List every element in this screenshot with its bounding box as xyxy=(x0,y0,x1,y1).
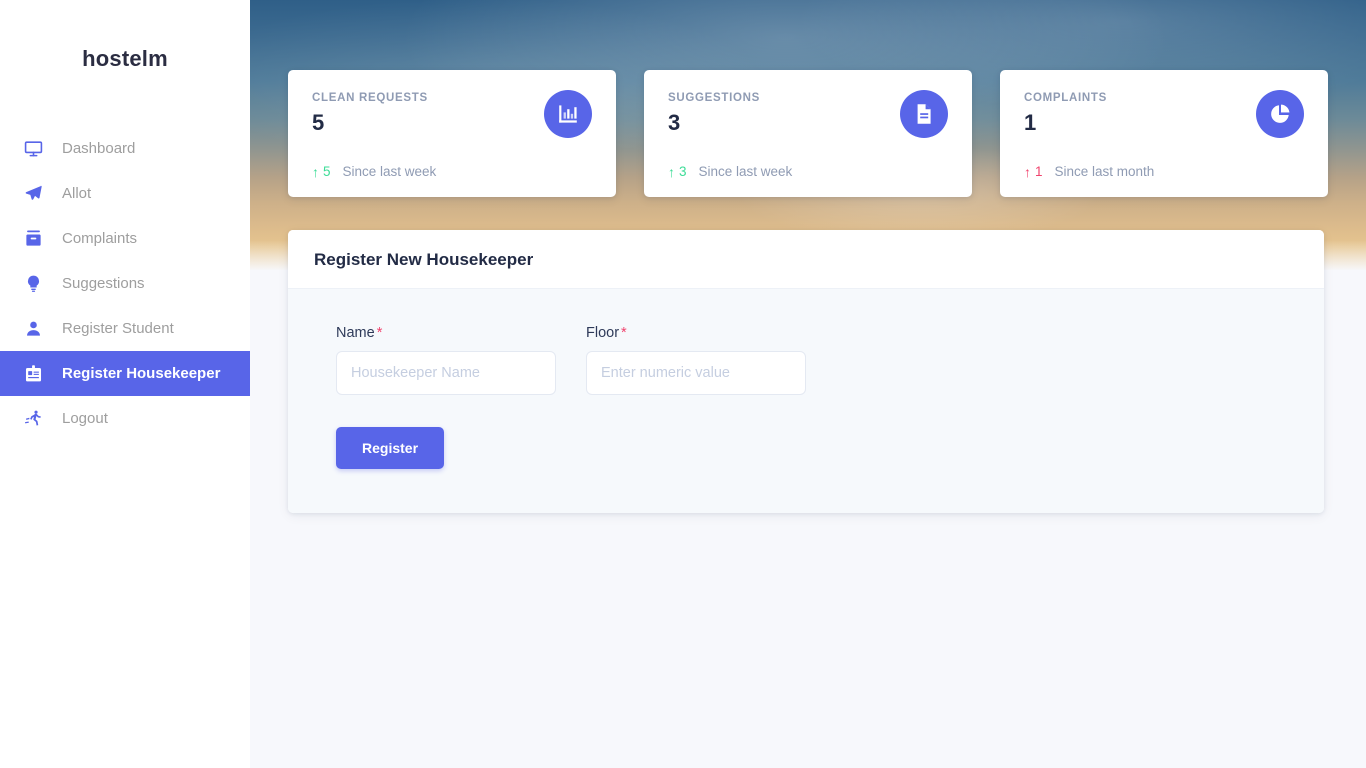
stat-card-suggestions[interactable]: SUGGESTIONS 3 ↑ 3 Since last week xyxy=(644,70,972,197)
sidebar-item-register-housekeeper[interactable]: Register Housekeeper xyxy=(0,351,250,396)
sidebar-nav: Dashboard Allot Complaints Suggestions R… xyxy=(0,126,250,441)
stat-card-value: 1 xyxy=(1024,110,1037,135)
name-field-label: Name * xyxy=(336,325,556,341)
bar-chart-icon xyxy=(544,90,592,138)
stat-card-text: CLEAN REQUESTS 5 xyxy=(312,92,428,134)
stat-card-value: 3 xyxy=(668,110,681,135)
sidebar-item-logout[interactable]: Logout xyxy=(0,396,250,441)
monitor-icon xyxy=(22,138,44,160)
sidebar-item-label: Dashboard xyxy=(62,140,136,157)
sidebar-item-label: Register Housekeeper xyxy=(62,365,221,382)
id-badge-icon xyxy=(22,363,44,385)
stat-card-title: SUGGESTIONS xyxy=(668,92,761,104)
floor-input[interactable] xyxy=(586,351,806,395)
content-wrapper: CLEAN REQUESTS 5 ↑ 5 Since last week SUG… xyxy=(250,0,1366,513)
stat-card-complaints[interactable]: COMPLAINTS 1 ↑ 1 Since last month xyxy=(1000,70,1328,197)
trend-arrow-up-icon: ↑ xyxy=(668,163,675,180)
register-housekeeper-form: Name* Floor* xyxy=(336,325,1276,395)
sidebar-item-suggestions[interactable]: Suggestions xyxy=(0,261,250,306)
stat-card-text: COMPLAINTS 1 xyxy=(1024,92,1107,134)
sidebar-item-label: Logout xyxy=(62,410,108,427)
sidebar: hostelm Dashboard Allot Complaints Sugge… xyxy=(0,0,250,768)
stat-card-title: CLEAN REQUESTS xyxy=(312,92,428,104)
trend-period-label: Since last week xyxy=(698,164,793,179)
stat-card-trend: ↑ 1 Since last month xyxy=(1024,164,1154,179)
pie-chart-icon xyxy=(1256,90,1304,138)
trend-period-label: Since last month xyxy=(1054,164,1155,179)
stat-card-top: SUGGESTIONS 3 xyxy=(668,90,948,138)
sidebar-item-complaints[interactable]: Complaints xyxy=(0,216,250,261)
sidebar-item-allot[interactable]: Allot xyxy=(0,171,250,216)
stat-card-title: COMPLAINTS xyxy=(1024,92,1108,104)
register-housekeeper-panel: Register New Housekeeper Name* Floor* xyxy=(288,230,1324,513)
stat-card-clean-requests[interactable]: CLEAN REQUESTS 5 ↑ 5 Since last week xyxy=(288,70,616,197)
floor-field-label: Floor * xyxy=(586,325,806,341)
panel-body: Name* Floor* Register xyxy=(288,289,1324,513)
form-group-floor: Floor * xyxy=(586,325,806,395)
sidebar-item-label: Suggestions xyxy=(62,275,145,292)
stat-card-top: CLEAN REQUESTS 5 xyxy=(312,90,592,138)
required-asterisk: * xyxy=(621,325,627,341)
main-content: CLEAN REQUESTS 5 ↑ 5 Since last week SUG… xyxy=(250,0,1366,768)
sidebar-item-label: Complaints xyxy=(62,230,138,247)
document-icon xyxy=(900,90,948,138)
stat-card-top: COMPLAINTS 1 xyxy=(1024,90,1304,138)
paper-plane-icon xyxy=(22,183,44,205)
app-root: hostelm Dashboard Allot Complaints Sugge… xyxy=(0,0,1366,768)
sidebar-item-label: Allot xyxy=(62,185,92,202)
sidebar-item-register-student[interactable]: Register Student xyxy=(0,306,250,351)
brand-logo[interactable]: hostelm xyxy=(0,0,250,110)
page-title: Register New Housekeeper xyxy=(314,250,534,269)
brand-text: hostelm xyxy=(82,46,168,71)
stat-card-trend: ↑ 3 Since last week xyxy=(668,164,792,179)
trend-value: 5 xyxy=(323,164,331,179)
panel-header: Register New Housekeeper xyxy=(288,230,1324,289)
trend-arrow-up-icon: ↑ xyxy=(1024,163,1031,180)
form-group-name: Name * xyxy=(336,325,556,395)
stat-card-text: SUGGESTIONS 3 xyxy=(668,92,760,134)
trend-value: 3 xyxy=(679,164,687,179)
stats-row: CLEAN REQUESTS 5 ↑ 5 Since last week SUG… xyxy=(288,70,1328,197)
lightbulb-icon xyxy=(22,273,44,295)
sidebar-item-dashboard[interactable]: Dashboard xyxy=(0,126,250,171)
stat-card-value: 5 xyxy=(312,110,325,135)
user-icon xyxy=(22,318,44,340)
register-button[interactable]: Register xyxy=(336,427,445,469)
running-icon xyxy=(22,408,44,430)
trend-arrow-up-icon: ↑ xyxy=(312,163,319,180)
required-asterisk: * xyxy=(376,325,383,341)
trend-value: 1 xyxy=(1035,164,1043,179)
name-input[interactable] xyxy=(336,351,556,395)
name-label-text: Name xyxy=(336,325,375,341)
archive-icon xyxy=(22,228,44,250)
trend-period-label: Since last week xyxy=(342,164,437,179)
floor-label-text: Floor xyxy=(586,325,620,341)
sidebar-item-label: Register Student xyxy=(62,320,174,337)
stat-card-trend: ↑ 5 Since last week xyxy=(312,164,436,179)
